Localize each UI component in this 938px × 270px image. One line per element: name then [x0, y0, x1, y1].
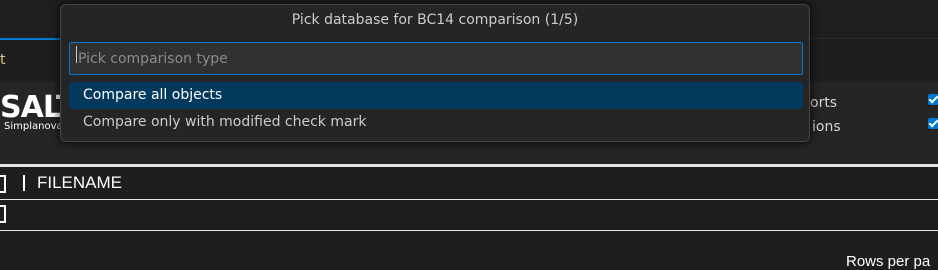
header-select-checkbox[interactable]	[0, 175, 6, 193]
option-checkbox-1[interactable]	[928, 94, 938, 105]
option-label-1: orts	[810, 95, 838, 111]
column-header-filename[interactable]: FILENAME	[37, 173, 122, 193]
quick-pick-list: Compare all objects Compare only with mo…	[69, 82, 803, 136]
quick-pick-title: Pick database for BC14 comparison (1/5)	[291, 12, 579, 28]
active-tab-indicator	[0, 38, 60, 40]
quick-pick-item-compare-all[interactable]: Compare all objects	[69, 82, 803, 109]
grid-row-divider	[0, 230, 938, 231]
row-select-checkbox[interactable]	[0, 205, 6, 223]
logo-subtitle: Simplanova	[4, 121, 63, 132]
text-caret	[76, 46, 77, 63]
option-label-2: ions	[812, 119, 841, 135]
column-separator	[23, 175, 25, 191]
editor-tab-label[interactable]: t	[0, 52, 6, 68]
rows-per-page-label: Rows per pa	[846, 253, 931, 270]
option-checkbox-2[interactable]	[928, 118, 938, 129]
quick-pick-item-compare-modified[interactable]: Compare only with modified check mark	[69, 109, 803, 136]
grid-top-border	[0, 164, 938, 167]
comparison-type-input[interactable]	[69, 42, 803, 75]
grid-row-divider	[0, 199, 938, 200]
quick-pick-dialog: Pick database for BC14 comparison (1/5) …	[60, 4, 810, 142]
